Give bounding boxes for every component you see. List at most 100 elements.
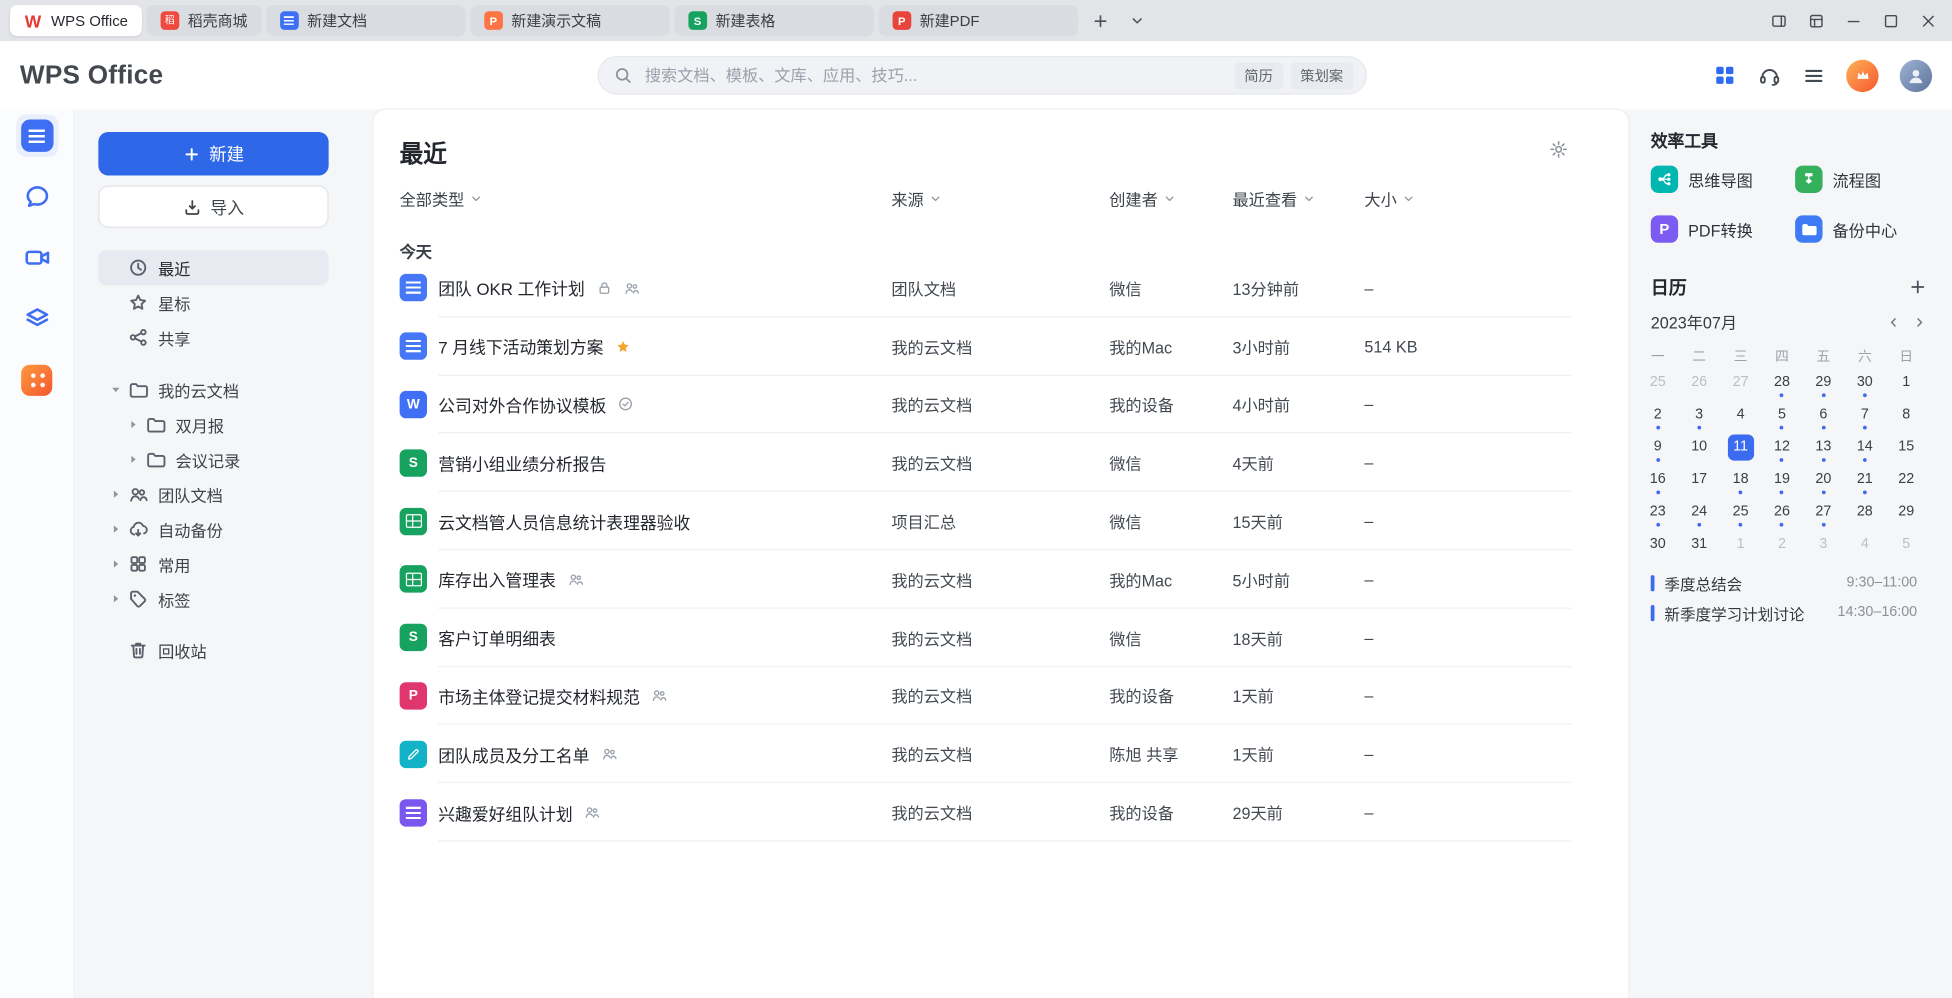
calendar-day[interactable]: 3 bbox=[1803, 528, 1844, 560]
sidebar-item-0[interactable]: 最近 bbox=[98, 250, 328, 285]
calendar-day[interactable]: 2 bbox=[1637, 398, 1678, 430]
import-button[interactable]: 导入 bbox=[98, 185, 328, 227]
tab-0[interactable]: WWPS Office bbox=[10, 5, 142, 36]
tree-caret-icon[interactable] bbox=[126, 452, 146, 467]
file-row-3[interactable]: S营销小组业绩分析报告我的云文档微信4天前– bbox=[373, 434, 1628, 492]
search-tag-0[interactable]: 简历 bbox=[1234, 62, 1283, 89]
file-row-8[interactable]: 团队成员及分工名单我的云文档陈旭 共享1天前– bbox=[373, 725, 1628, 783]
calendar-day[interactable]: 17 bbox=[1678, 463, 1719, 495]
new-tab-button[interactable] bbox=[1085, 6, 1115, 36]
filter-4[interactable]: 大小 bbox=[1364, 187, 1628, 211]
file-row-0[interactable]: 团队 OKR 工作计划团队文档微信13分钟前– bbox=[373, 259, 1628, 317]
sidebar-item-3[interactable]: 我的云文档 bbox=[98, 372, 328, 407]
calendar-day[interactable]: 20 bbox=[1803, 463, 1844, 495]
calendar-day[interactable]: 6 bbox=[1803, 398, 1844, 430]
calendar-day[interactable]: 4 bbox=[1844, 528, 1885, 560]
sidebar-item-5[interactable]: 会议记录 bbox=[98, 442, 328, 477]
sidebar-item-10[interactable]: 回收站 bbox=[98, 632, 328, 667]
tab-3[interactable]: P新建演示文稿 bbox=[470, 5, 669, 36]
calendar-day[interactable]: 29 bbox=[1803, 366, 1844, 398]
calendar-day[interactable]: 23 bbox=[1637, 495, 1678, 527]
calendar-day[interactable]: 4 bbox=[1720, 398, 1761, 430]
calendar-day[interactable]: 30 bbox=[1844, 366, 1885, 398]
calendar-day[interactable]: 25 bbox=[1720, 495, 1761, 527]
tab-4[interactable]: S新建表格 bbox=[675, 5, 874, 36]
tab-2[interactable]: 新建文档 bbox=[266, 5, 465, 36]
global-menu-icon[interactable] bbox=[1803, 64, 1825, 86]
calendar-day[interactable]: 31 bbox=[1678, 528, 1719, 560]
new-document-button[interactable]: 新建 bbox=[98, 132, 328, 176]
tree-caret-icon[interactable] bbox=[108, 382, 128, 397]
sidebar-item-7[interactable]: 自动备份 bbox=[98, 512, 328, 547]
user-avatar[interactable] bbox=[1900, 59, 1932, 91]
tab-list-dropdown[interactable] bbox=[1123, 6, 1153, 36]
calendar-day[interactable]: 13 bbox=[1803, 431, 1844, 463]
calendar-day[interactable]: 15 bbox=[1886, 431, 1927, 463]
calendar-day[interactable]: 22 bbox=[1886, 463, 1927, 495]
calendar-day[interactable]: 26 bbox=[1678, 366, 1719, 398]
tab-5[interactable]: P新建PDF bbox=[879, 5, 1078, 36]
sidebar-item-6[interactable]: 团队文档 bbox=[98, 477, 328, 512]
tab-1[interactable]: 稻稻壳商城 bbox=[147, 5, 262, 36]
calendar-event-1[interactable]: 新季度学习计划讨论14:30–16:00 bbox=[1651, 598, 1917, 628]
sidebar-item-4[interactable]: 双月报 bbox=[98, 407, 328, 442]
file-row-4[interactable]: 云文档管人员信息统计表理器验收项目汇总微信15天前– bbox=[373, 492, 1628, 550]
calendar-day[interactable]: 27 bbox=[1720, 366, 1761, 398]
apps-grid-icon[interactable] bbox=[1713, 63, 1737, 87]
calendar-day[interactable]: 1 bbox=[1720, 528, 1761, 560]
calendar-day[interactable]: 8 bbox=[1886, 398, 1927, 430]
file-row-7[interactable]: P市场主体登记提交材料规范我的云文档我的设备1天前– bbox=[373, 667, 1628, 725]
close-button[interactable] bbox=[1910, 0, 1947, 41]
calendar-day[interactable]: 5 bbox=[1761, 398, 1802, 430]
search-bar[interactable]: 简历策划案 bbox=[598, 56, 1367, 95]
sidebar-item-1[interactable]: 星标 bbox=[98, 285, 328, 320]
calendar-day[interactable]: 18 bbox=[1720, 463, 1761, 495]
rail-item-meeting[interactable] bbox=[16, 237, 58, 279]
calendar-day[interactable]: 14 bbox=[1844, 431, 1885, 463]
sidebar-toggle-button[interactable] bbox=[1760, 0, 1797, 41]
filter-0[interactable]: 全部类型 bbox=[400, 187, 892, 211]
rail-item-apps[interactable] bbox=[16, 359, 58, 401]
settings-gear-icon[interactable] bbox=[1549, 139, 1569, 159]
sidebar-item-9[interactable]: 标签 bbox=[98, 581, 328, 616]
rail-item-documents[interactable] bbox=[16, 115, 58, 157]
calendar-day[interactable]: 30 bbox=[1637, 528, 1678, 560]
search-tag-1[interactable]: 策划案 bbox=[1290, 62, 1353, 89]
calendar-day[interactable]: 29 bbox=[1886, 495, 1927, 527]
tool-pdf-convert[interactable]: PPDF转换 bbox=[1641, 204, 1785, 254]
sidebar-item-8[interactable]: 常用 bbox=[98, 547, 328, 582]
calendar-day[interactable]: 28 bbox=[1844, 495, 1885, 527]
calendar-day[interactable]: 24 bbox=[1678, 495, 1719, 527]
calendar-day[interactable]: 7 bbox=[1844, 398, 1885, 430]
tree-caret-icon[interactable] bbox=[108, 556, 128, 571]
calendar-next-button[interactable] bbox=[1912, 314, 1927, 329]
tree-caret-icon[interactable] bbox=[108, 591, 128, 606]
tool-flowchart[interactable]: 流程图 bbox=[1785, 154, 1929, 204]
calendar-day[interactable]: 25 bbox=[1637, 366, 1678, 398]
tree-caret-icon[interactable] bbox=[126, 417, 146, 432]
file-row-5[interactable]: 库存出入管理表我的云文档我的Mac5小时前– bbox=[373, 550, 1628, 608]
tree-caret-icon[interactable] bbox=[108, 487, 128, 502]
tool-backup[interactable]: 备份中心 bbox=[1785, 204, 1929, 254]
calendar-day[interactable]: 19 bbox=[1761, 463, 1802, 495]
calendar-prev-button[interactable] bbox=[1886, 314, 1901, 329]
calendar-day[interactable]: 28 bbox=[1761, 366, 1802, 398]
calendar-day-selected[interactable]: 11 bbox=[1720, 431, 1761, 463]
rail-item-chat[interactable] bbox=[16, 176, 58, 218]
file-row-6[interactable]: S客户订单明细表我的云文档微信18天前– bbox=[373, 608, 1628, 666]
search-input[interactable] bbox=[642, 65, 1234, 86]
file-row-9[interactable]: 兴趣爱好组队计划我的云文档我的设备29天前– bbox=[373, 783, 1628, 841]
minimize-button[interactable] bbox=[1835, 0, 1872, 41]
add-event-button[interactable] bbox=[1908, 278, 1927, 297]
calendar-day[interactable]: 3 bbox=[1678, 398, 1719, 430]
filter-2[interactable]: 创建者 bbox=[1109, 187, 1232, 211]
calendar-event-0[interactable]: 季度总结会9:30–11:00 bbox=[1651, 568, 1917, 598]
calendar-day[interactable]: 9 bbox=[1637, 431, 1678, 463]
filter-3[interactable]: 最近查看 bbox=[1232, 187, 1364, 211]
file-row-2[interactable]: W公司对外合作协议模板我的云文档我的设备4小时前– bbox=[373, 375, 1628, 433]
rail-item-cloud-drive[interactable] bbox=[16, 298, 58, 340]
customer-service-icon[interactable] bbox=[1758, 63, 1782, 87]
membership-avatar[interactable] bbox=[1846, 59, 1878, 91]
file-row-1[interactable]: 7 月线下活动策划方案我的云文档我的Mac3小时前514 KB bbox=[373, 317, 1628, 375]
calendar-day[interactable]: 12 bbox=[1761, 431, 1802, 463]
